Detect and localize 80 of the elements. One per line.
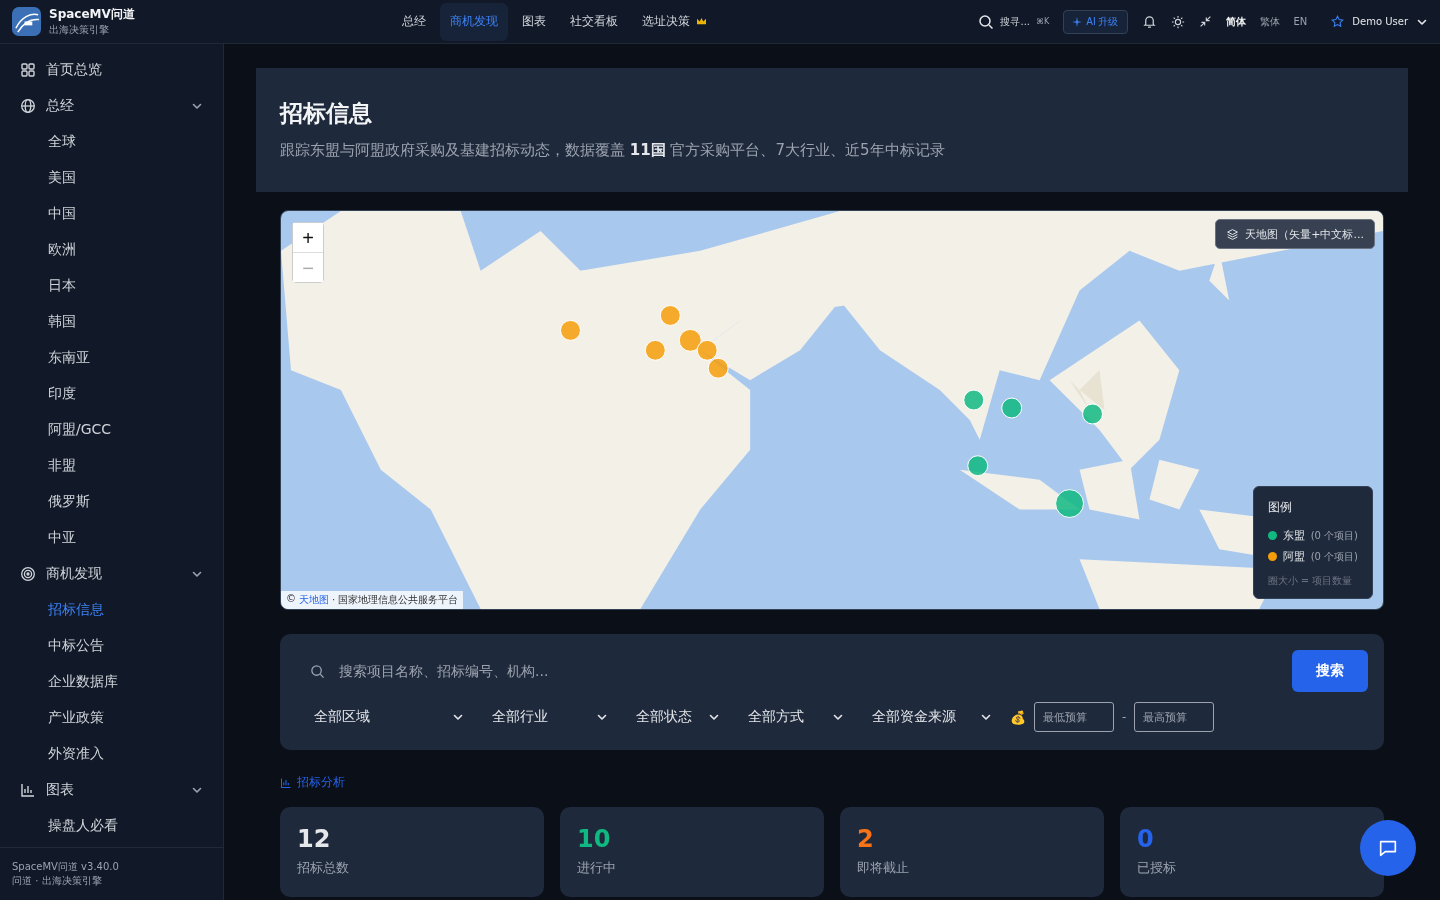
sidebar-item[interactable]: 外资准入 <box>12 736 211 772</box>
grid-icon <box>20 62 36 78</box>
layers-icon <box>1226 227 1240 241</box>
sidebar-item[interactable]: 全球 <box>12 124 211 160</box>
stat-label: 进行中 <box>577 859 617 877</box>
legend-count: (0 个项目) <box>1310 549 1358 564</box>
sidebar-group[interactable]: 图表 <box>12 772 211 808</box>
language-option[interactable]: 简体 <box>1225 14 1246 29</box>
sidebar-item[interactable]: 日本 <box>12 268 211 304</box>
sidebar-item[interactable]: 首页总览 <box>12 52 211 88</box>
bar-chart-icon <box>280 776 292 789</box>
max-budget-field[interactable]: 最高预算 <box>1134 702 1215 732</box>
search-icon <box>310 663 325 679</box>
stat-value: 0 <box>1137 825 1155 853</box>
stat-value: 2 <box>857 825 875 853</box>
copyright-icon: © <box>286 593 296 607</box>
stat-label: 已授标 <box>1137 859 1177 877</box>
sidebar-item[interactable]: 美国 <box>12 160 211 196</box>
sidebar-item[interactable]: 招标信息 <box>12 592 211 628</box>
sidebar-group[interactable]: 商机发现 <box>12 556 211 592</box>
page-subtitle: 跟踪东盟与阿盟政府采购及基建招标动态，数据覆盖 11国 官方采购平台、7大行业、近5年中标记录 <box>280 141 946 160</box>
sidebar-item[interactable]: 阿盟/GCC <box>12 412 211 448</box>
ai-upgrade-button[interactable]: AI 升级 <box>1063 9 1128 34</box>
sidebar-item[interactable]: 俄罗斯 <box>12 484 211 520</box>
search-icon[interactable] <box>978 13 995 30</box>
nav-tab[interactable]: 总经 <box>392 2 436 41</box>
page-title: 招标信息 <box>280 99 373 128</box>
sidebar-item[interactable]: 非盟 <box>12 448 211 484</box>
chat-button[interactable] <box>1360 820 1416 876</box>
language-option[interactable]: 繁体 <box>1259 14 1280 29</box>
sidebar-item[interactable]: 产业政策 <box>12 700 211 736</box>
target-icon <box>20 566 36 582</box>
nav-tab[interactable]: 选址决策 <box>632 2 717 41</box>
search-field[interactable]: 搜索项目名称、招标编号、机构... <box>337 662 1282 680</box>
nav-tab[interactable]: 社交看板 <box>560 2 628 41</box>
version-text: SpaceMV问道 v3.40.0 <box>12 860 120 874</box>
stat-label: 即将截止 <box>857 859 910 877</box>
globe-icon <box>20 98 36 114</box>
sidebar-item[interactable]: 操盘人必看 <box>12 808 211 844</box>
bar-chart-icon <box>20 782 36 798</box>
sparkle-icon <box>1072 16 1083 27</box>
sidebar-item[interactable]: 企业数据库 <box>12 664 211 700</box>
user-name[interactable]: Demo User <box>1352 16 1408 27</box>
legend-count: (0 个项目) <box>1310 528 1358 543</box>
nav-tab[interactable]: 图表 <box>512 2 556 41</box>
search-label[interactable]: 搜寻... <box>1000 14 1030 29</box>
min-budget-field[interactable]: 最低预算 <box>1034 702 1114 732</box>
legend-note: 圈大小 = 项目数量 <box>1267 574 1354 588</box>
attribution-link[interactable]: 天地图 <box>299 593 329 607</box>
footer-text: 问道 · 出海决策引擎 <box>12 874 103 888</box>
stat-label: 招标总数 <box>297 859 350 877</box>
shortcut-hint: ⌘K <box>1036 17 1050 26</box>
layer-button[interactable]: 天地图（矢量+中文标... <box>1215 219 1375 249</box>
bell-icon[interactable] <box>1141 14 1157 29</box>
sidebar-item[interactable]: 欧洲 <box>12 232 211 268</box>
sidebar-group[interactable]: 总经 <box>12 88 211 124</box>
attribution-text: · 国家地理信息公共服务平台 <box>332 593 459 607</box>
sun-icon[interactable] <box>1170 14 1185 29</box>
nav-tab[interactable]: 商机发现 <box>440 2 508 41</box>
stat-value: 10 <box>577 825 612 853</box>
range-separator: - <box>1122 710 1127 724</box>
language-option[interactable]: EN <box>1293 16 1308 27</box>
analysis-link[interactable]: 招标分析 <box>280 774 345 791</box>
sidebar-item[interactable]: 中亚 <box>12 520 211 556</box>
star-icon <box>1331 15 1345 28</box>
money-bag-icon: 💰 <box>1010 709 1026 725</box>
legend-label: 阿盟 <box>1282 549 1305 564</box>
logo-icon <box>12 7 41 36</box>
sidebar-item[interactable]: 中标公告 <box>12 628 211 664</box>
legend-title: 图例 <box>1267 499 1293 516</box>
sidebar-item[interactable]: 韩国 <box>12 304 211 340</box>
sidebar-item[interactable]: 印度 <box>12 376 211 412</box>
search-button[interactable]: 搜索 <box>1292 650 1368 692</box>
sidebar-item[interactable]: 东南亚 <box>12 340 211 376</box>
brand-tagline: 出海决策引擎 <box>49 23 110 37</box>
legend-label: 东盟 <box>1282 528 1305 543</box>
sidebar-item[interactable]: 中国 <box>12 196 211 232</box>
collapse-icon[interactable] <box>1198 15 1212 28</box>
stat-value: 12 <box>297 825 332 853</box>
brand-name: SpaceMV问道 <box>49 6 135 23</box>
